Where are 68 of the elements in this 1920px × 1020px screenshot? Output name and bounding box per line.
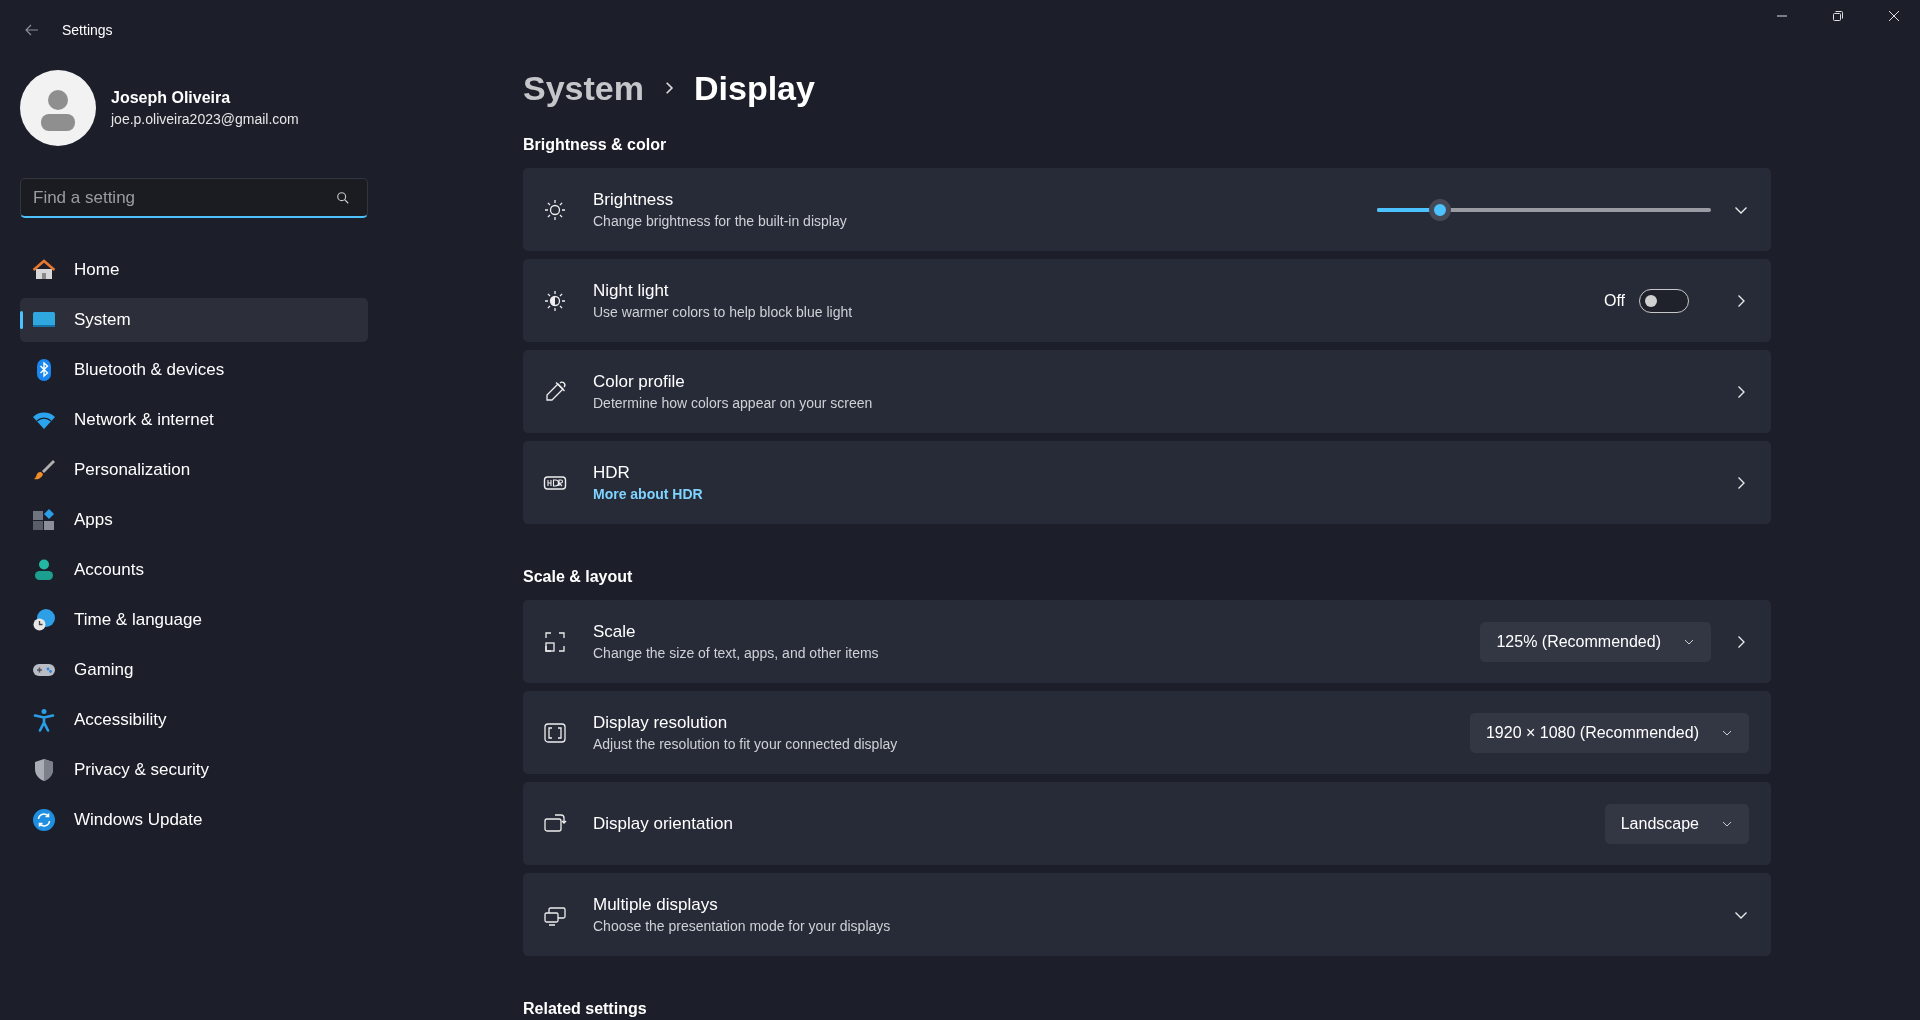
setting-card[interactable]: Multiple displays Choose the presentation mode for your displays — [523, 873, 1771, 956]
setting-card[interactable]: HDR More about HDR — [523, 441, 1771, 524]
avatar-icon — [20, 70, 96, 146]
back-arrow-icon[interactable] — [24, 22, 40, 38]
dropdown[interactable]: 125% (Recommended) — [1480, 621, 1711, 662]
toggle-switch[interactable] — [1639, 288, 1689, 313]
sun-icon — [543, 197, 567, 222]
setting-title: Multiple displays — [593, 895, 719, 915]
setting-title: Night light — [593, 281, 670, 301]
setting-title: Display orientation — [593, 813, 734, 834]
user-name: Joseph Oliveira — [111, 89, 232, 107]
nav-item[interactable]: System — [20, 298, 368, 342]
house-icon — [32, 258, 56, 282]
nav-item[interactable]: Personalization — [20, 448, 368, 492]
window-title: Settings — [62, 22, 113, 38]
shield-icon — [32, 758, 56, 782]
resize-icon — [543, 629, 567, 654]
toggle-state-label: Off — [1603, 291, 1625, 310]
eyedropper-icon — [543, 379, 567, 404]
nav-item[interactable]: Gaming — [20, 648, 368, 692]
user-email: joe.p.oliveira2023@gmail.com — [111, 111, 299, 127]
dropdown[interactable]: 1920 × 1080 (Recommended) — [1469, 712, 1749, 753]
refresh-icon — [32, 808, 56, 832]
person-icon — [32, 558, 56, 582]
setting-card[interactable]: Brightness Change brightness for the built-in display — [523, 168, 1771, 251]
nav-item[interactable]: Apps — [20, 498, 368, 542]
learn-more-link[interactable]: More about HDR — [593, 486, 703, 502]
section-heading: Brightness & color — [523, 135, 668, 155]
breadcrumb-item: Display — [693, 68, 815, 108]
setting-description: Change brightness for the built-in display — [593, 213, 848, 229]
setting-title: Brightness — [593, 190, 675, 210]
accessibility-figure-icon — [32, 708, 56, 732]
setting-title: HDR — [593, 463, 631, 483]
close-icon[interactable] — [1888, 10, 1900, 22]
search-icon[interactable] — [336, 191, 350, 205]
setting-description: Choose the presentation mode for your displays — [593, 918, 892, 934]
setting-card[interactable]: Display orientation Landscape — [523, 782, 1771, 865]
nav-item[interactable]: Privacy & security — [20, 748, 368, 792]
nav-item[interactable]: Network & internet — [20, 398, 368, 442]
nav-item[interactable]: Home — [20, 248, 368, 292]
setting-description: Change the size of text, apps, and other items — [593, 645, 880, 661]
half-sun-icon — [543, 288, 567, 313]
setting-card[interactable]: Night light Use warmer colors to help block blue light Off — [523, 259, 1771, 342]
paintbrush-icon — [32, 458, 56, 482]
setting-description: Adjust the resolution to fit your connected display — [593, 736, 899, 752]
search-field[interactable]: Find a setting — [20, 178, 368, 218]
apps-grid-icon — [32, 508, 56, 532]
breadcrumb-item[interactable]: System — [523, 68, 644, 108]
nav-item[interactable]: Time & language — [20, 598, 368, 642]
setting-card[interactable]: Display resolution Adjust the resolution to fit your connected display 1920 × 1080 (Recommended) — [523, 691, 1771, 774]
setting-title: Scale — [593, 622, 637, 642]
section-heading: Related settings — [523, 999, 648, 1019]
restore-icon[interactable] — [1832, 10, 1844, 22]
screen-brackets-icon — [543, 720, 567, 745]
setting-card[interactable]: Scale Change the size of text, apps, and other items 125% (Recommended) — [523, 600, 1771, 683]
nav-item[interactable]: Accounts — [20, 548, 368, 592]
nav-item[interactable]: Accessibility — [20, 698, 368, 742]
setting-title: Display resolution — [593, 713, 729, 733]
setting-title: Color profile — [593, 372, 686, 392]
setting-description: Determine how colors appear on your screen — [593, 395, 874, 411]
nav-item[interactable]: Bluetooth & devices — [20, 348, 368, 392]
brightness-slider[interactable] — [1377, 198, 1711, 221]
globe-clock-icon — [32, 608, 56, 632]
dropdown[interactable]: Landscape — [1604, 803, 1749, 844]
setting-description: Use warmer colors to help block blue light — [593, 304, 854, 320]
setting-card[interactable]: Color profile Determine how colors appear on your screen — [523, 350, 1771, 433]
nav-item[interactable]: Windows Update — [20, 798, 368, 842]
section-heading: Scale & layout — [523, 567, 634, 587]
